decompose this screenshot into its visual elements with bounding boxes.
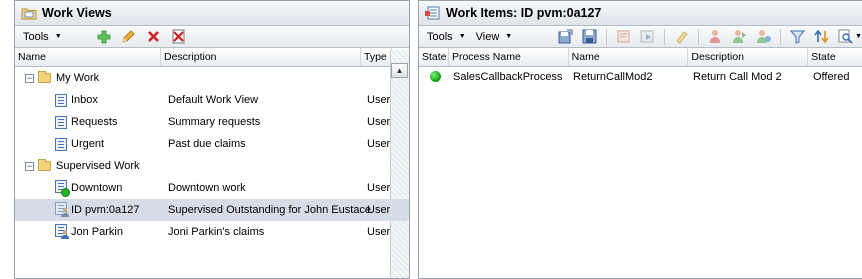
work-views-title: Work Views <box>42 6 112 20</box>
edit-pencil-icon[interactable] <box>121 29 137 45</box>
chevron-down-icon: ▼ <box>505 33 513 40</box>
tools-menu-label: Tools <box>427 30 453 43</box>
tools-menu[interactable]: Tools ▼ <box>23 31 62 43</box>
work-views-panel: Work Views Tools ▼ Name Description Type… <box>14 0 410 279</box>
work-items-toolbar: Tools ▼ View ▼ ▼ <box>419 26 862 48</box>
add-icon[interactable] <box>96 29 112 45</box>
cell-state: Offered <box>813 70 850 83</box>
tree-item-label: Requests <box>71 116 118 128</box>
highlight-icon[interactable] <box>674 29 689 45</box>
allocate-icon[interactable] <box>708 29 723 45</box>
column-header-state-icon[interactable]: State <box>419 48 449 66</box>
tree-item-inbox[interactable]: Inbox Default Work View User <box>15 89 409 111</box>
cell-process-name: SalesCallbackProcess <box>453 70 563 83</box>
supervised-view-icon <box>55 180 71 197</box>
process-icon[interactable] <box>640 29 655 45</box>
sort-icon[interactable] <box>814 29 829 45</box>
work-items-icon <box>425 6 441 20</box>
toolbar-separator <box>606 28 608 45</box>
tree-item-type: User <box>367 138 391 150</box>
work-items-title: Work Items: ID pvm:0a127 <box>446 6 602 20</box>
delete-x-icon[interactable] <box>146 29 162 45</box>
column-header-name[interactable]: Name <box>569 48 689 66</box>
work-items-grid: SalesCallbackProcess ReturnCallMod2 Retu… <box>419 67 862 86</box>
tree-item-type: User <box>367 226 391 238</box>
tree-item-label: Inbox <box>71 94 98 106</box>
tree-folder-my-work[interactable]: − My Work <box>15 67 409 89</box>
work-view-icon <box>55 115 67 129</box>
tree-folder-supervised-work[interactable]: − Supervised Work <box>15 155 409 177</box>
tree-item-label: Supervised Work <box>56 160 140 172</box>
status-green-icon <box>430 71 441 82</box>
tree-item-id-pvm-0a127[interactable]: ID pvm:0a127 Supervised Outstanding for … <box>15 199 409 221</box>
column-header-type[interactable]: Type <box>361 48 392 66</box>
work-items-header: State Process Name Name Description Stat… <box>419 48 862 67</box>
column-header-name[interactable]: Name <box>15 48 161 66</box>
tree-item-description: Downtown work <box>168 182 246 194</box>
work-views-titlebar: Work Views <box>15 1 409 26</box>
cell-description: Return Call Mod 2 <box>693 70 782 83</box>
tree-item-description: Supervised Outstanding for John Eustace <box>168 204 372 216</box>
column-header-process-name[interactable]: Process Name <box>449 48 569 66</box>
toolbar-separator <box>664 28 666 45</box>
tree-item-description: Past due claims <box>168 138 246 150</box>
tree-item-type: User <box>367 182 391 194</box>
folder-icon <box>38 71 51 83</box>
toolbar-separator <box>780 28 782 45</box>
folder-views-icon <box>21 6 37 20</box>
collapse-icon[interactable]: − <box>25 73 34 83</box>
table-row[interactable]: SalesCallbackProcess ReturnCallMod2 Retu… <box>419 67 862 86</box>
view-menu[interactable]: View ▼ <box>476 31 513 43</box>
tree-item-urgent[interactable]: Urgent Past due claims User <box>15 133 409 155</box>
work-items-titlebar: Work Items: ID pvm:0a127 <box>419 1 862 26</box>
tree-item-description: Summary requests <box>168 116 261 128</box>
work-views-toolbar: Tools ▼ <box>15 26 409 48</box>
tree-item-downtown[interactable]: Downtown Downtown work User <box>15 177 409 199</box>
delete-all-icon[interactable] <box>171 29 187 45</box>
cell-name: ReturnCallMod2 <box>573 70 653 83</box>
reallocate-icon[interactable] <box>732 29 747 45</box>
chevron-down-icon: ▼ <box>54 33 62 40</box>
work-items-panel: Work Items: ID pvm:0a127 Tools ▼ View ▼ <box>418 0 862 279</box>
tree-item-label: Urgent <box>71 138 105 150</box>
save-icon[interactable] <box>582 29 597 45</box>
find-icon[interactable] <box>838 29 853 45</box>
status-dot-icon <box>61 188 70 197</box>
work-views-header: Name Description Type <box>15 48 409 67</box>
view-menu-label: View <box>475 30 500 43</box>
tree-item-description: Joni Parkin's claims <box>168 226 265 238</box>
work-view-icon <box>55 137 67 151</box>
tree-item-type: User <box>367 116 391 128</box>
collapse-icon[interactable]: − <box>25 161 34 171</box>
column-header-description[interactable]: Description <box>688 48 809 66</box>
tree-item-type: User <box>367 204 391 216</box>
tree-item-label: Jon Parkin <box>71 226 123 238</box>
tree-item-jon-parkin[interactable]: Jon Parkin Joni Parkin's claims User <box>15 221 409 243</box>
tree-item-label: My Work <box>56 72 100 84</box>
work-view-icon <box>55 93 67 107</box>
column-header-state[interactable]: State <box>808 48 862 66</box>
tree-item-type: User <box>367 94 391 106</box>
reassign-icon[interactable] <box>756 29 772 45</box>
toolbar-separator <box>698 28 700 45</box>
supervised-user-view-icon <box>55 224 71 240</box>
chevron-down-icon[interactable]: ▼ <box>855 33 862 40</box>
supervised-user-view-icon <box>55 202 71 218</box>
work-views-tree: − My Work Inbox Default Work View User R… <box>15 67 409 243</box>
tree-item-requests[interactable]: Requests Summary requests User <box>15 111 409 133</box>
chevron-down-icon: ▼ <box>458 33 466 40</box>
tools-menu-label: Tools <box>23 30 49 43</box>
tools-menu[interactable]: Tools ▼ <box>427 31 466 43</box>
save-as-icon[interactable] <box>558 29 573 45</box>
folder-icon <box>38 159 51 171</box>
open-item-icon[interactable] <box>616 29 631 45</box>
tree-item-description: Default Work View <box>168 94 259 106</box>
filter-icon[interactable] <box>790 29 806 45</box>
tree-item-label: ID pvm:0a127 <box>71 204 140 216</box>
tree-item-label: Downtown <box>71 182 123 194</box>
column-header-description[interactable]: Description <box>161 48 361 66</box>
